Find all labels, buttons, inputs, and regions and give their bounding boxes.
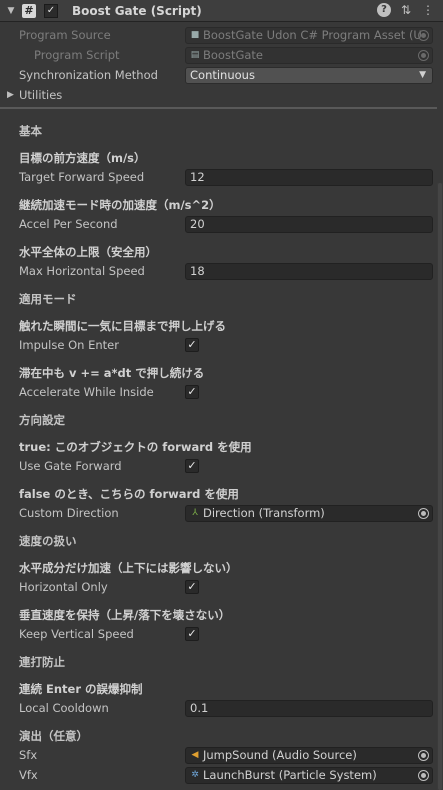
use-gate-forward-header: true: このオブジェクトの forward を使用 (19, 440, 252, 454)
program-script-field[interactable]: ▤ BoostGate (185, 46, 433, 64)
section-header-fx: 演出（任意） (19, 729, 88, 743)
component-enabled-checkbox[interactable]: ✓ (44, 3, 58, 18)
custom-direction-value: Direction (Transform) (203, 506, 325, 520)
program-source-field[interactable]: ■ BoostGate Udon C# Program Asset (U (185, 26, 433, 44)
help-icon[interactable]: ? (377, 3, 391, 17)
custom-direction-label: Custom Direction (19, 506, 119, 520)
accelerate-while-inside-label: Accelerate While Inside (19, 385, 154, 399)
sfx-label: Sfx (19, 748, 38, 762)
sfx-value: JumpSound (Audio Source) (203, 748, 357, 762)
use-gate-forward-label: Use Gate Forward (19, 459, 122, 473)
utilities-foldout[interactable]: ▶ Utilities (0, 85, 443, 105)
custom-direction-header: false のとき、こちらの forward を使用 (19, 487, 239, 501)
audio-source-icon: ◀ (191, 750, 199, 760)
object-picker-icon[interactable] (418, 29, 429, 41)
vfx-field[interactable]: ✲ LaunchBurst (Particle System) (185, 766, 433, 784)
section-header-rapid: 連打防止 (19, 655, 65, 669)
chevron-down-icon: ▼ (419, 69, 426, 80)
impulse-on-enter-checkbox[interactable]: ✓ (185, 338, 199, 352)
max-horizontal-speed-input[interactable]: 18 (185, 262, 433, 280)
program-source-label: Program Source (19, 28, 111, 42)
keep-vertical-speed-checkbox[interactable]: ✓ (185, 627, 199, 641)
section-header-direction: 方向設定 (19, 413, 65, 427)
object-picker-icon[interactable] (418, 49, 429, 61)
accelerate-while-inside-checkbox[interactable]: ✓ (185, 385, 199, 399)
local-cooldown-row: Local Cooldown 0.1 (0, 698, 443, 718)
use-gate-forward-checkbox[interactable]: ✓ (185, 459, 199, 473)
utilities-label: Utilities (19, 88, 63, 102)
max-horizontal-speed-label: Max Horizontal Speed (19, 264, 145, 278)
max-horizontal-speed-value: 18 (190, 264, 205, 278)
vfx-value: LaunchBurst (Particle System) (203, 768, 377, 782)
program-source-row: Program Source ■ BoostGate Udon C# Progr… (0, 25, 443, 45)
component-title: Boost Gate (Script) (72, 3, 202, 18)
program-script-value: BoostGate (203, 48, 264, 62)
section-header-basic: 基本 (19, 124, 42, 138)
local-cooldown-value: 0.1 (190, 701, 209, 715)
target-forward-speed-value: 12 (190, 170, 205, 184)
accelerate-while-inside-header: 滞在中も v += a*dt で押し続ける (19, 366, 205, 380)
transform-icon: ⅄ (192, 508, 198, 518)
custom-direction-field[interactable]: ⅄ Direction (Transform) (185, 504, 433, 522)
keep-vertical-speed-label: Keep Vertical Speed (19, 627, 134, 641)
keep-vertical-speed-row: Keep Vertical Speed ✓ (0, 624, 443, 644)
max-horizontal-speed-row: Max Horizontal Speed 18 (0, 261, 443, 281)
program-source-value: BoostGate Udon C# Program Asset (U (203, 28, 422, 42)
accel-per-second-value: 20 (190, 217, 205, 231)
local-cooldown-input[interactable]: 0.1 (185, 699, 433, 717)
section-header-speed-handling: 速度の扱い (19, 534, 77, 548)
sync-method-row: Synchronization Method Continuous ▼ (0, 65, 443, 85)
sfx-field[interactable]: ◀ JumpSound (Audio Source) (185, 746, 433, 764)
object-picker-icon[interactable] (418, 749, 429, 761)
sync-method-value: Continuous (190, 67, 255, 82)
accel-per-second-input[interactable]: 20 (185, 215, 433, 233)
accel-per-second-row: Accel Per Second 20 (0, 214, 443, 234)
horizontal-only-row: Horizontal Only ✓ (0, 577, 443, 597)
program-script-label: Program Script (34, 48, 120, 62)
object-picker-icon[interactable] (418, 507, 429, 519)
horizontal-only-header: 水平成分だけ加速（上下には影響しない） (19, 561, 238, 575)
local-cooldown-label: Local Cooldown (19, 701, 109, 715)
horizontal-only-checkbox[interactable]: ✓ (185, 580, 199, 594)
csharp-script-icon: # (22, 3, 36, 18)
accel-per-second-header: 継続加速モード時の加速度（m/s^2） (19, 198, 221, 212)
target-forward-speed-input[interactable]: 12 (185, 168, 433, 186)
target-forward-speed-label: Target Forward Speed (19, 170, 145, 184)
accel-per-second-label: Accel Per Second (19, 217, 118, 231)
scrollbar-thumb[interactable] (438, 183, 442, 790)
sfx-row: Sfx ◀ JumpSound (Audio Source) (0, 745, 443, 765)
sync-method-dropdown[interactable]: Continuous ▼ (185, 66, 433, 84)
particle-system-icon: ✲ (191, 770, 199, 780)
impulse-on-enter-row: Impulse On Enter ✓ (0, 335, 443, 355)
accelerate-while-inside-row: Accelerate While Inside ✓ (0, 382, 443, 402)
component-header[interactable]: ▼ # ✓ Boost Gate (Script) ? ⇅ ⋮ (0, 0, 443, 22)
scrollbar[interactable] (437, 183, 443, 790)
impulse-on-enter-header: 触れた瞬間に一気に目標まで押し上げる (19, 319, 226, 333)
impulse-on-enter-label: Impulse On Enter (19, 338, 119, 352)
preset-icon[interactable]: ⇅ (399, 3, 413, 17)
foldout-arrow-icon[interactable]: ▼ (4, 6, 18, 16)
separator (0, 107, 437, 109)
local-cooldown-header: 連続 Enter の誤爆抑制 (19, 682, 143, 696)
horizontal-only-label: Horizontal Only (19, 580, 108, 594)
keep-vertical-speed-header: 垂直速度を保持（上昇/落下を壊さない） (19, 608, 231, 622)
object-picker-icon[interactable] (418, 769, 429, 781)
target-forward-speed-row: Target Forward Speed 12 (0, 167, 443, 187)
sync-method-label: Synchronization Method (19, 68, 158, 82)
program-script-row: Program Script ▤ BoostGate (0, 45, 443, 65)
foldout-arrow-icon[interactable]: ▶ (7, 90, 14, 100)
vfx-label: Vfx (19, 768, 38, 782)
use-gate-forward-row: Use Gate Forward ✓ (0, 456, 443, 476)
custom-direction-row: Custom Direction ⅄ Direction (Transform) (0, 503, 443, 523)
vfx-row: Vfx ✲ LaunchBurst (Particle System) (0, 765, 443, 785)
context-menu-icon[interactable]: ⋮ (421, 3, 435, 17)
max-horizontal-speed-header: 水平全体の上限（安全用） (19, 245, 157, 259)
target-forward-speed-header: 目標の前方速度（m/s） (19, 151, 146, 165)
section-header-mode: 適用モード (19, 292, 77, 306)
program-asset-icon: ■ (190, 30, 200, 40)
script-file-icon: ▤ (190, 50, 200, 60)
